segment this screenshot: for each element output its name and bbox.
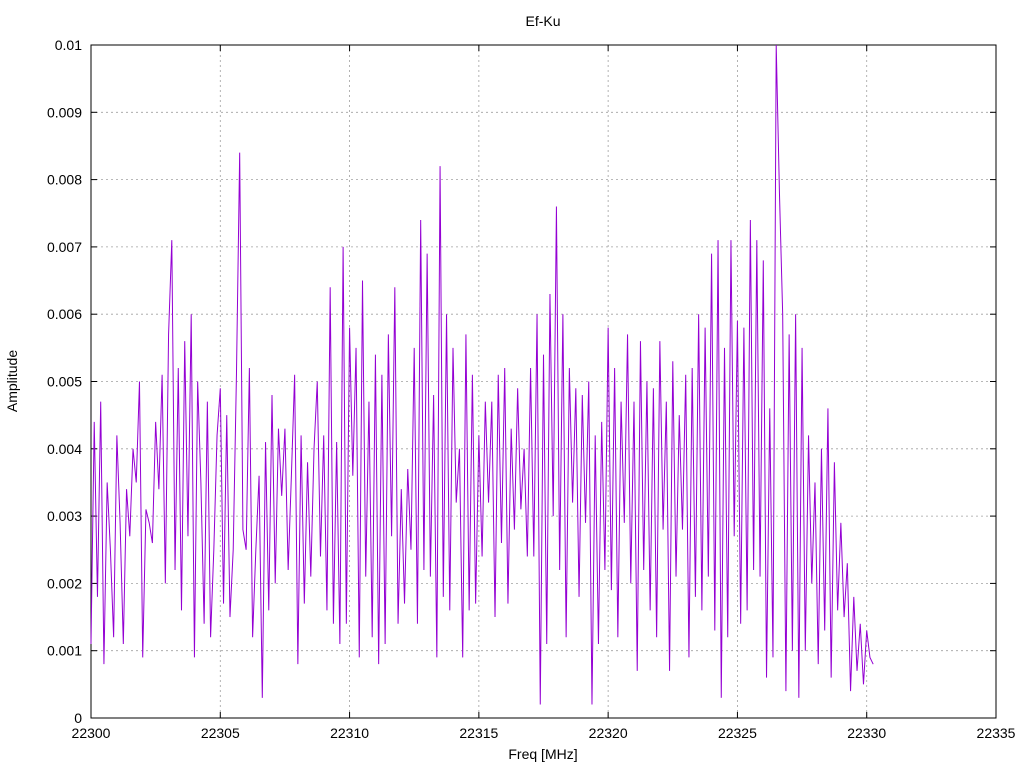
x-tick-label: 22330 (847, 725, 886, 741)
x-tick-label: 22305 (201, 725, 240, 741)
x-axis-title: Freq [MHz] (508, 746, 577, 762)
y-tick-label: 0.01 (55, 37, 82, 53)
y-tick-label: 0 (74, 710, 82, 726)
y-tick-label: 0.006 (47, 306, 82, 322)
y-tick-label: 0.008 (47, 172, 82, 188)
spectrum-chart: 22300 22305 22310 22315 22320 22325 22330 22335… (4, 13, 1016, 762)
x-tick-labels: 22300 22305 22310 22315 22320 22325 22330 22335 (72, 725, 1016, 741)
y-tick-label: 0.007 (47, 239, 82, 255)
x-tick-label: 22325 (718, 725, 757, 741)
y-axis-title: Amplitude (4, 350, 20, 412)
y-tick-label: 0.003 (47, 508, 82, 524)
y-tick-label: 0.005 (47, 374, 82, 390)
chart-title: Ef-Ku (525, 13, 560, 29)
y-tick-label: 0.004 (47, 441, 82, 457)
x-tick-label: 22320 (589, 725, 628, 741)
x-tick-label: 22335 (977, 725, 1016, 741)
x-tick-label: 22315 (459, 725, 498, 741)
y-tick-label: 0.009 (47, 104, 82, 120)
y-tick-label: 0.002 (47, 575, 82, 591)
amplitude-series-line (90, 44, 874, 705)
series-layer (90, 44, 874, 705)
y-tick-label: 0.001 (47, 643, 82, 659)
y-tick-labels: 0 0.001 0.002 0.003 0.004 0.005 0.006 0.007 0.00… (47, 37, 82, 726)
x-tick-label: 22300 (72, 725, 111, 741)
x-tick-label: 22310 (330, 725, 369, 741)
